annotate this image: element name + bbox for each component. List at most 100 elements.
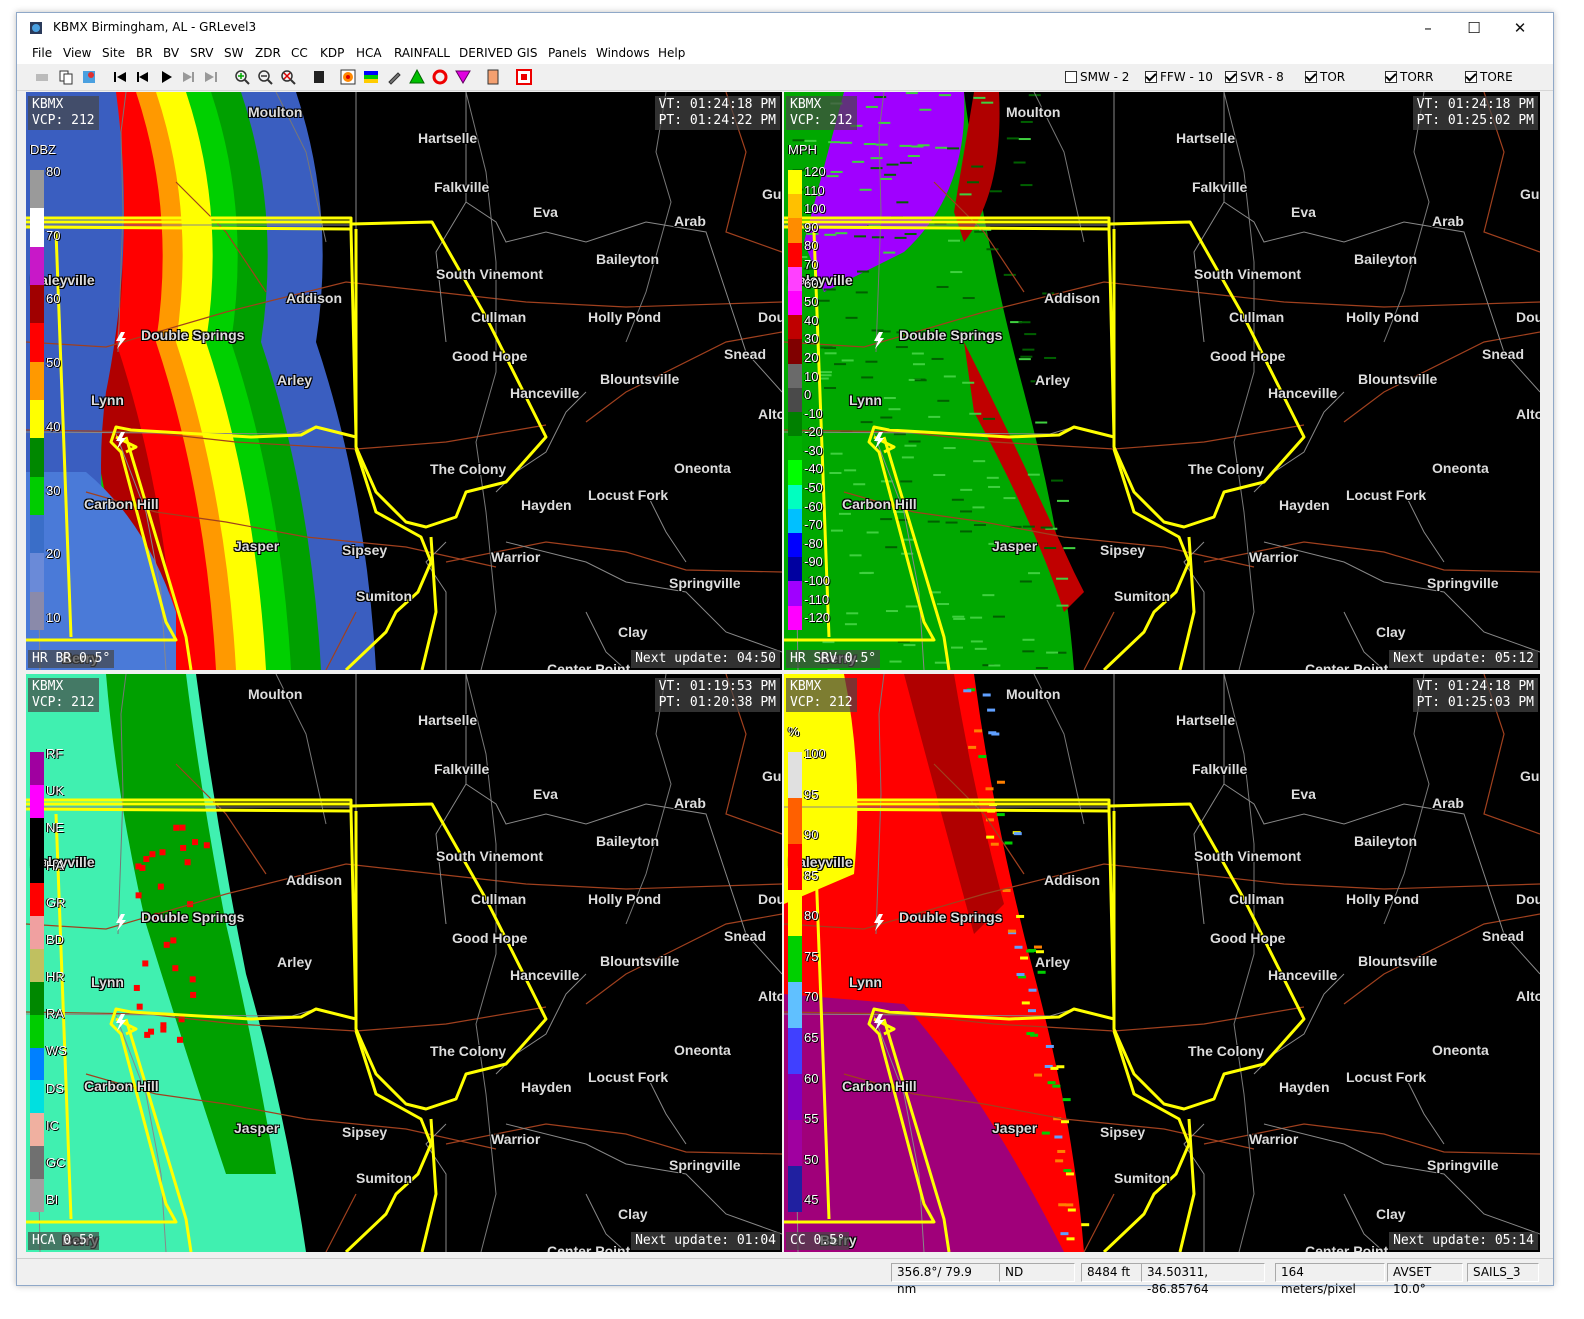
radar-panel[interactable]: Moulton Hartselle Falkville Eva Arab Baileyto… <box>26 92 782 670</box>
close-button[interactable]: ✕ <box>1497 13 1543 43</box>
velocity-gate <box>870 157 883 160</box>
velocity-gate <box>981 101 994 104</box>
town-label: South Vinemont <box>436 266 544 282</box>
legend-swatch <box>788 291 802 316</box>
cc-gate <box>1050 1066 1059 1070</box>
copy-icon[interactable] <box>57 68 75 86</box>
menu-bv[interactable]: BV <box>163 46 179 60</box>
velocity-gate <box>919 108 932 111</box>
legend-swatch <box>30 784 44 818</box>
magenta-triangle-icon[interactable] <box>454 68 472 86</box>
town-label: Hayden <box>1279 497 1330 513</box>
tore-checkbox[interactable] <box>1465 71 1477 83</box>
menu-panels[interactable]: Panels <box>548 46 587 60</box>
legend-label: 40 <box>46 418 61 434</box>
prev-frame-icon[interactable] <box>134 68 152 86</box>
town-label: Hanceville <box>1268 967 1338 983</box>
filter-ffw[interactable]: FFW - 10 <box>1145 70 1213 84</box>
sample-swatch-icon[interactable] <box>484 68 502 86</box>
menu-hca[interactable]: HCA <box>356 46 382 60</box>
smoothing-icon[interactable] <box>310 68 328 86</box>
legend-label: 20 <box>46 546 61 562</box>
legend-swatch <box>788 798 802 844</box>
menu-kdp[interactable]: KDP <box>320 46 344 60</box>
pencil-icon[interactable] <box>385 68 403 86</box>
town-label: Sipsey <box>342 1124 388 1140</box>
filter-smw[interactable]: SMW - 2 <box>1065 70 1129 84</box>
town-label: Warrior <box>491 549 541 565</box>
filter-tor[interactable]: TOR <box>1305 70 1345 84</box>
velocity-gate <box>982 594 995 597</box>
town-label: Double Springs <box>899 327 1003 343</box>
velocity-gate <box>1019 580 1032 583</box>
town-label: The Colony <box>1188 1043 1265 1059</box>
town-label: Carbon Hill <box>842 496 917 512</box>
zoom-out-icon[interactable] <box>256 68 274 86</box>
town-label: Arley <box>277 954 313 970</box>
vt-time: VT: 01:24:18 PM <box>1416 679 1534 694</box>
menu-rainfall[interactable]: RAINFALL <box>394 46 450 60</box>
radar-panel[interactable]: Moulton Hartselle Falkville Eva Arab Baileyto… <box>26 674 782 1252</box>
menu-windows[interactable]: Windows <box>596 46 650 60</box>
first-frame-icon[interactable] <box>111 68 129 86</box>
menu-srv[interactable]: SRV <box>190 46 214 60</box>
town-label: Good Hope <box>1210 348 1286 364</box>
legend-unit: DBZ <box>30 142 56 157</box>
legend-swatch <box>788 194 802 219</box>
vt-time: VT: 01:24:18 PM <box>1416 97 1534 112</box>
tor-checkbox[interactable] <box>1305 71 1317 83</box>
town-label: Center Point <box>1305 661 1389 670</box>
velocity-gate <box>828 141 841 144</box>
legend-swatch <box>788 982 802 1028</box>
red-circle-icon[interactable] <box>431 68 449 86</box>
cc-gate <box>1035 950 1044 954</box>
torr-checkbox[interactable] <box>1385 71 1397 83</box>
filter-torr[interactable]: TORR <box>1385 70 1433 84</box>
menu-view[interactable]: View <box>63 46 91 60</box>
legend-swatch <box>30 246 44 285</box>
hca-hail <box>172 965 179 972</box>
record-stop-icon[interactable] <box>515 68 533 86</box>
menu-gis[interactable]: GIS <box>517 46 537 60</box>
menu-br[interactable]: BR <box>136 46 153 60</box>
palette-icon[interactable] <box>80 68 98 86</box>
filter-svr[interactable]: SVR - 8 <box>1225 70 1284 84</box>
town-label: Eva <box>533 786 558 802</box>
green-triangle-icon[interactable] <box>408 68 426 86</box>
menu-file[interactable]: File <box>32 46 52 60</box>
zoom-reset-icon[interactable] <box>279 68 297 86</box>
maximize-button[interactable]: ☐ <box>1451 13 1497 43</box>
menu-site[interactable]: Site <box>102 46 125 60</box>
zoom-in-icon[interactable] <box>233 68 251 86</box>
minimize-button[interactable]: – <box>1405 13 1451 43</box>
time-info: VT: 01:24:18 PM PT: 01:25:03 PM <box>1412 678 1538 712</box>
cc-gate <box>1014 945 1023 949</box>
color-table-icon[interactable] <box>362 68 380 86</box>
next-frame-icon[interactable] <box>179 68 197 86</box>
disconnect-icon[interactable] <box>33 68 51 86</box>
town-label: Springville <box>1427 1157 1499 1173</box>
play-icon[interactable] <box>157 68 175 86</box>
town-label: Snead <box>1482 346 1525 362</box>
radar-panel[interactable]: Moulton Hartselle Falkville Eva Arab Baileyto… <box>784 92 1540 670</box>
radar-color-icon[interactable] <box>339 68 357 86</box>
hca-hail <box>170 937 177 944</box>
last-frame-icon[interactable] <box>202 68 220 86</box>
menu-help[interactable]: Help <box>658 46 685 60</box>
legend-label: 85 <box>804 867 819 883</box>
menu-cc[interactable]: CC <box>291 46 308 60</box>
menu-derived[interactable]: DERIVED <box>459 46 513 60</box>
velocity-gate <box>866 531 879 534</box>
svr-checkbox[interactable] <box>1225 71 1237 83</box>
velocity-gate <box>950 646 963 649</box>
ffw-checkbox[interactable] <box>1145 71 1157 83</box>
menu-sw[interactable]: SW <box>224 46 243 60</box>
cc-gate <box>1054 1135 1063 1139</box>
smw-checkbox[interactable] <box>1065 71 1077 83</box>
velocity-gate <box>830 170 843 173</box>
filter-tore[interactable]: TORE <box>1465 70 1513 84</box>
menu-zdr[interactable]: ZDR <box>255 46 281 60</box>
town-label: Arab <box>674 213 706 229</box>
radar-panel[interactable]: Moulton Hartselle Falkville Eva Arab Baileyto… <box>784 674 1540 1252</box>
legend-swatch <box>788 1166 802 1212</box>
